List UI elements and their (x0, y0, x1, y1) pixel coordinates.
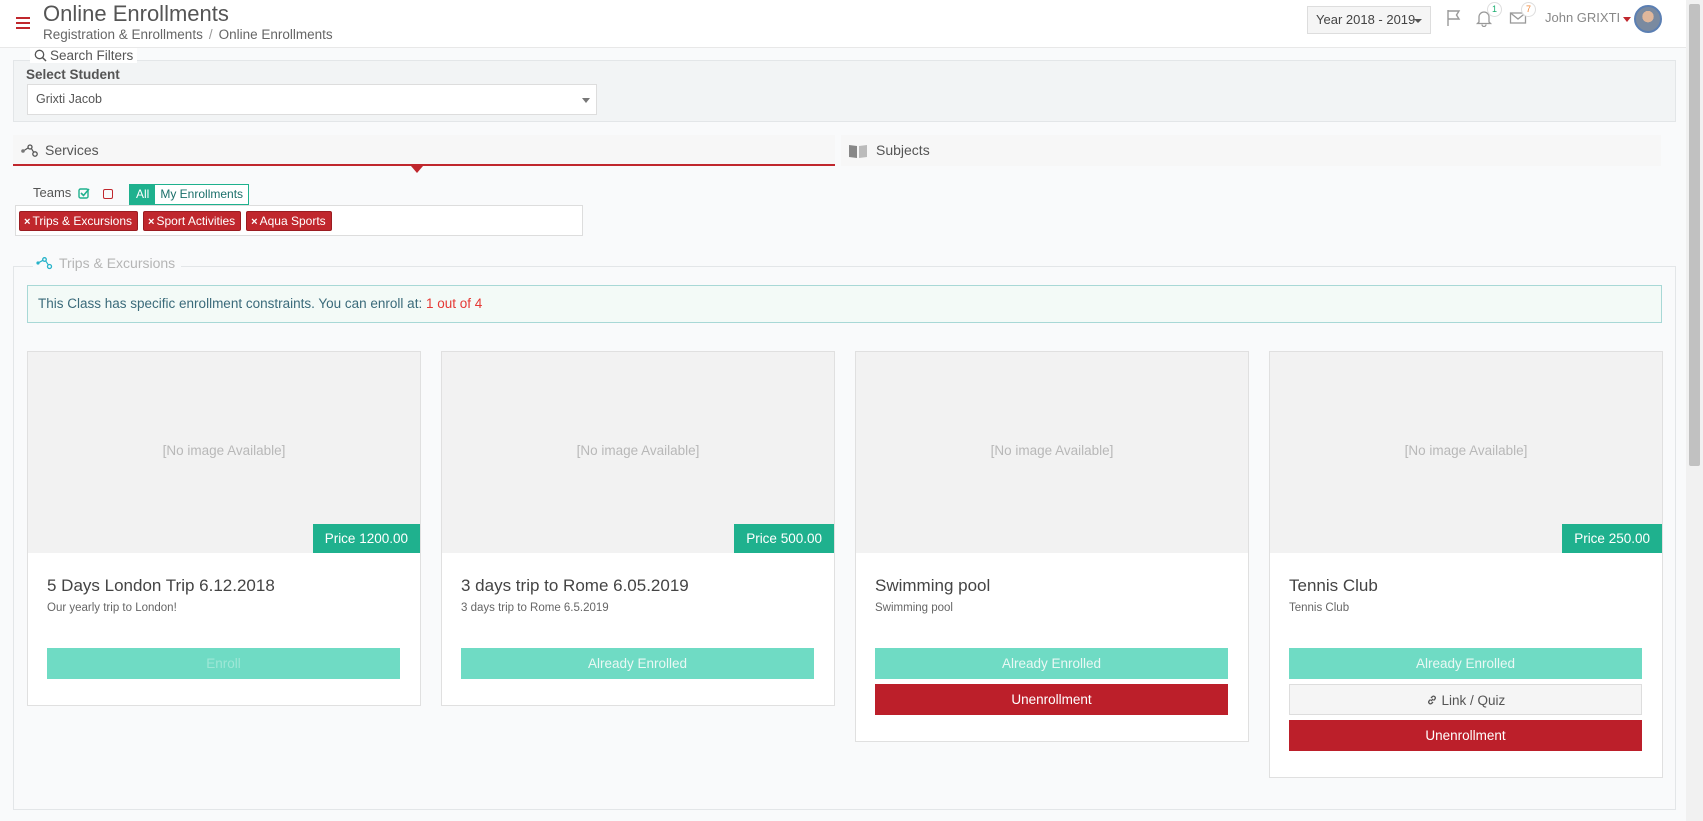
envelope-icon[interactable]: 7 (1509, 2, 1536, 27)
avatar[interactable] (1634, 5, 1662, 33)
already-enrolled-button[interactable]: Already Enrolled (461, 648, 814, 679)
teams-tag-input[interactable]: × Trips & Excursions × Sport Activities × A… (15, 205, 583, 236)
card-title: Swimming pool (875, 576, 991, 595)
filter-all-button[interactable]: All (130, 185, 156, 204)
enroll-button[interactable]: Enroll (47, 648, 400, 679)
service-card: [No image Available] Price 1200.00 5 Day… (27, 351, 421, 706)
card-description: Swimming pool (875, 602, 953, 614)
page-title: Online Enrollments (43, 1, 229, 26)
select-all-checkbox-icon[interactable] (78, 187, 90, 199)
user-menu[interactable]: John GRIXTI (1545, 10, 1620, 25)
alert-highlight: 1 out of 4 (425, 296, 483, 311)
service-card: [No image Available] Swimming pool Swimm… (855, 351, 1249, 742)
year-select[interactable]: Year 2018 - 2019 (1307, 6, 1431, 34)
teams-label: Teams (33, 185, 72, 200)
link-icon (1427, 695, 1436, 705)
chevron-down-icon (1414, 19, 1422, 23)
deselect-all-checkbox-icon[interactable] (103, 189, 113, 199)
search-icon (34, 49, 47, 62)
select-student-label: Select Student (26, 67, 120, 82)
breadcrumb-registration[interactable]: Registration & Enrollments (43, 27, 203, 42)
scrollbar[interactable] (1686, 0, 1703, 821)
card-image-placeholder: [No image Available] Price 1200.00 (28, 352, 420, 553)
enrollment-constraints-alert: This Class has specific enrollment const… (27, 285, 1662, 323)
enrollment-filter-toggle: All My Enrollments (129, 184, 250, 205)
no-image-text: [No image Available] (1404, 443, 1528, 458)
remove-tag-icon[interactable]: × (251, 216, 257, 228)
service-card: [No image Available] Price 500.00 3 days… (441, 351, 835, 706)
network-icon (21, 144, 38, 157)
caret-down-icon[interactable] (1623, 17, 1631, 22)
service-card: [No image Available] Price 250.00 Tennis… (1269, 351, 1663, 778)
student-select[interactable]: Grixti Jacob (27, 84, 597, 115)
scrollbar-thumb[interactable] (1689, 4, 1700, 466)
card-description: 3 days trip to Rome 6.5.2019 (461, 602, 609, 614)
menu-icon[interactable] (16, 17, 30, 29)
year-select-value: Year 2018 - 2019 (1316, 12, 1416, 27)
no-image-text: [No image Available] (162, 443, 286, 458)
card-title: 5 Days London Trip 6.12.2018 (47, 576, 275, 595)
chevron-down-icon (582, 98, 590, 103)
link-quiz-button[interactable]: Link / Quiz (1289, 684, 1642, 715)
network-icon (36, 257, 53, 270)
no-image-text: [No image Available] (576, 443, 700, 458)
price-badge: Price 250.00 (1562, 524, 1662, 553)
card-image-placeholder: [No image Available] Price 250.00 (1270, 352, 1662, 553)
flag-icon[interactable] (1445, 9, 1463, 27)
card-title: Tennis Club (1289, 576, 1378, 595)
tag-aqua-sports[interactable]: × Aqua Sports (246, 211, 332, 231)
tab-subjects-label: Subjects (876, 142, 930, 158)
section-title: Trips & Excursions (33, 255, 182, 271)
card-description: Tennis Club (1289, 602, 1350, 614)
price-badge: Price 500.00 (734, 524, 834, 553)
breadcrumb: Registration & Enrollments / Online Enroll… (43, 27, 333, 42)
notifications-badge: 1 (1487, 2, 1502, 17)
price-badge: Price 1200.00 (312, 524, 420, 553)
card-description: Our yearly trip to London! (47, 602, 177, 614)
card-image-placeholder: [No image Available] Price 500.00 (442, 352, 834, 553)
link-quiz-label: Link / Quiz (1441, 693, 1506, 708)
tab-services[interactable]: Services (13, 135, 835, 166)
tab-services-label: Services (45, 142, 99, 158)
filter-my-enrollments-button[interactable]: My Enrollments (155, 185, 249, 204)
book-icon (849, 145, 867, 158)
bell-icon[interactable]: 1 (1475, 2, 1502, 28)
remove-tag-icon[interactable]: × (148, 216, 154, 228)
search-filters-legend: Search Filters (30, 48, 138, 63)
active-tab-arrow (411, 166, 423, 173)
messages-badge: 7 (1521, 2, 1536, 17)
card-title: 3 days trip to Rome 6.05.2019 (461, 576, 689, 595)
already-enrolled-button[interactable]: Already Enrolled (1289, 648, 1642, 679)
student-select-value: Grixti Jacob (36, 92, 102, 106)
breadcrumb-current: Online Enrollments (218, 27, 333, 42)
tag-sport-activities[interactable]: × Sport Activities (143, 211, 242, 231)
unenrollment-button[interactable]: Unenrollment (1289, 720, 1642, 751)
alert-text: This Class has specific enrollment const… (38, 296, 426, 311)
tag-trips-excursions[interactable]: × Trips & Excursions (19, 211, 139, 231)
tab-subjects[interactable]: Subjects (841, 135, 1661, 166)
no-image-text: [No image Available] (990, 443, 1114, 458)
unenrollment-button[interactable]: Unenrollment (875, 684, 1228, 715)
card-image-placeholder: [No image Available] (856, 352, 1248, 553)
already-enrolled-button[interactable]: Already Enrolled (875, 648, 1228, 679)
remove-tag-icon[interactable]: × (24, 216, 30, 228)
top-header: Online Enrollments Registration & Enroll… (0, 0, 1686, 48)
